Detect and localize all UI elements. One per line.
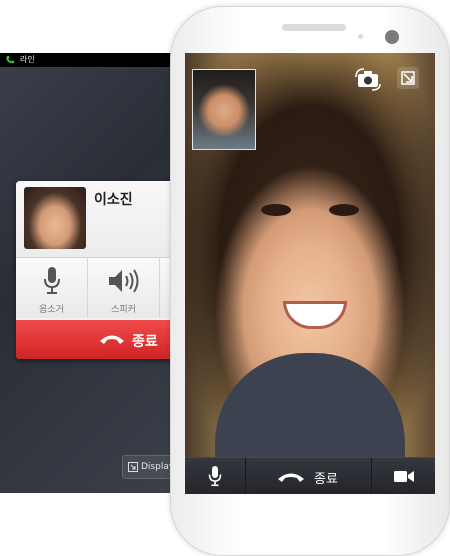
speaker-button[interactable]: 스피커 <box>88 258 160 318</box>
remote-person-eye-left <box>261 204 291 216</box>
call-toolbar: 종료 <box>185 457 435 494</box>
camera-switch-button[interactable] <box>355 67 381 91</box>
microphone-icon <box>208 466 222 487</box>
end-call-label: 종료 <box>132 334 158 350</box>
hangup-icon <box>278 473 304 482</box>
status-bar: 라인 <box>0 53 190 67</box>
remote-person-smile <box>283 301 347 329</box>
video-camera-icon <box>394 471 414 482</box>
self-view-thumbnail[interactable] <box>192 69 256 150</box>
caller-name: 이소진 <box>94 192 133 208</box>
front-camera-lens <box>385 30 399 44</box>
phone-icon <box>6 56 14 64</box>
hangup-icon <box>100 335 124 344</box>
status-app-name: 라인 <box>20 55 35 64</box>
video-call-screen: 종료 <box>185 53 435 494</box>
minimize-button[interactable] <box>397 67 419 89</box>
earpiece-speaker <box>282 24 346 31</box>
caller-avatar <box>24 187 86 249</box>
proximity-sensor <box>358 34 363 39</box>
remote-person-eye-right <box>329 204 359 216</box>
minimize-icon <box>401 71 415 85</box>
camera-switch-icon <box>355 68 381 91</box>
mute-label: 음소거 <box>39 305 64 315</box>
toolbar-mute-button[interactable] <box>185 458 246 494</box>
background-call-screen: 라인 이소진 음소거 스피커 종료 Display <box>0 53 190 493</box>
microphone-icon <box>43 267 60 294</box>
speaker-label: 스피커 <box>111 305 136 315</box>
remote-person-shirt <box>215 353 405 473</box>
toolbar-end-call-button[interactable]: 종료 <box>246 458 372 494</box>
call-card: 이소진 음소거 스피커 종료 <box>16 181 190 359</box>
speaker-icon <box>108 269 138 293</box>
caller-row: 이소진 <box>16 181 190 258</box>
end-call-button[interactable]: 종료 <box>16 320 190 359</box>
mute-button[interactable]: 음소거 <box>16 258 88 318</box>
toolbar-end-call-label: 종료 <box>314 472 338 487</box>
toolbar-video-button[interactable] <box>372 458 435 494</box>
display-icon <box>128 462 138 472</box>
